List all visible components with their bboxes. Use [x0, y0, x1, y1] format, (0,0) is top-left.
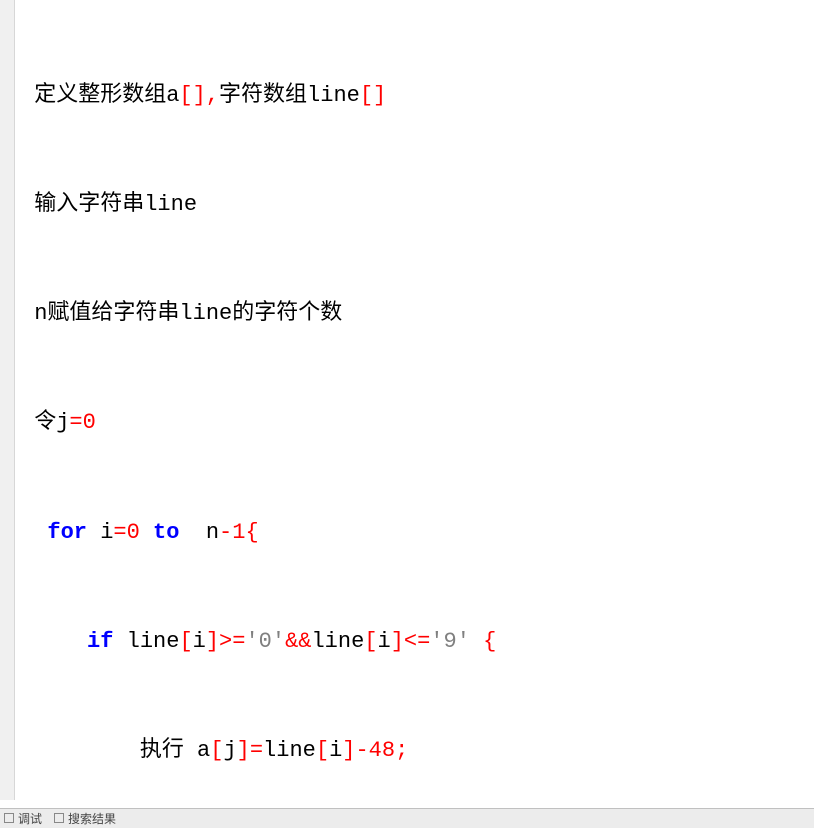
ident-j: j	[223, 738, 236, 763]
code-area[interactable]: 定义整形数组a[],字符数组line[] 输入字符串line n赋值给字符串li…	[15, 0, 814, 800]
ident-line: line	[127, 629, 180, 654]
minus: -	[355, 738, 368, 763]
char-literal: '9'	[430, 629, 470, 654]
bracket-open: [	[210, 738, 223, 763]
brackets: []	[360, 83, 386, 108]
text: 输入字符串	[34, 192, 144, 217]
bracket-close: ]	[237, 738, 250, 763]
ident-i: i	[377, 629, 390, 654]
space	[470, 629, 483, 654]
bracket-open: [	[316, 738, 329, 763]
code-line[interactable]: 执行 a[j]=line[i]-48;	[15, 737, 814, 764]
bottom-panel-tabs: 调试 搜索结果	[0, 808, 814, 828]
equals: =	[250, 738, 263, 763]
code-line[interactable]: n赋值给字符串line的字符个数	[15, 300, 814, 327]
code-line[interactable]: 定义整形数组a[],字符数组line[]	[15, 82, 814, 109]
text: 字符数组	[219, 83, 307, 108]
space	[87, 520, 100, 545]
text: 令	[34, 410, 56, 435]
number: 0	[83, 410, 96, 435]
ge: >=	[219, 629, 245, 654]
char-literal: '0'	[245, 629, 285, 654]
equals: =	[113, 520, 126, 545]
ident-n: n	[206, 520, 219, 545]
brace-open: {	[483, 629, 496, 654]
indent	[21, 301, 34, 326]
number: 48	[369, 738, 395, 763]
tab-debug[interactable]: 调试	[4, 810, 42, 827]
le: <=	[404, 629, 430, 654]
keyword-to: to	[153, 520, 179, 545]
tab-search-results[interactable]: 搜索结果	[54, 810, 116, 827]
ident-i: i	[329, 738, 342, 763]
text: 定义整形数组	[34, 83, 166, 108]
tab-search-label: 搜索结果	[68, 812, 116, 826]
ident-line: line	[179, 301, 232, 326]
ident-a: a	[166, 83, 179, 108]
indent	[21, 738, 140, 763]
indent	[21, 83, 34, 108]
ident-line: line	[307, 83, 360, 108]
space	[140, 520, 153, 545]
bracket-close: ]	[206, 629, 219, 654]
bracket-open: [	[179, 629, 192, 654]
indent	[21, 629, 87, 654]
ident-i: i	[193, 629, 206, 654]
brace-open: {	[245, 520, 258, 545]
code-editor: 定义整形数组a[],字符数组line[] 输入字符串line n赋值给字符串li…	[0, 0, 814, 828]
bracket-close: ]	[342, 738, 355, 763]
ident-n: n	[34, 301, 47, 326]
ident-i: i	[100, 520, 113, 545]
bracket-close: ]	[391, 629, 404, 654]
number: 0	[127, 520, 140, 545]
number: 1	[232, 520, 245, 545]
text: 赋值给字符串	[47, 301, 179, 326]
code-line[interactable]: 输入字符串line	[15, 191, 814, 218]
and: &&	[285, 629, 311, 654]
semicolon: ;	[395, 738, 408, 763]
space	[113, 629, 126, 654]
code-line[interactable]: if line[i]>='0'&&line[i]<='9' {	[15, 628, 814, 655]
keyword-if: if	[87, 629, 113, 654]
text: 的字符个数	[232, 301, 342, 326]
ident-line: line	[311, 629, 364, 654]
indent	[21, 520, 47, 545]
indent	[21, 410, 34, 435]
equals: =	[69, 410, 82, 435]
text: 执行	[140, 738, 197, 763]
keyword-for: for	[47, 520, 87, 545]
indent	[21, 192, 34, 217]
ident-a: a	[197, 738, 210, 763]
space	[179, 520, 205, 545]
comma: ,	[206, 83, 219, 108]
tab-debug-label: 调试	[18, 812, 42, 826]
brackets: []	[179, 83, 205, 108]
tab-icon	[4, 813, 14, 823]
bracket-open: [	[364, 629, 377, 654]
minus: -	[219, 520, 232, 545]
code-line[interactable]: for i=0 to n-1{	[15, 519, 814, 546]
ident-line: line	[144, 192, 197, 217]
ident-line: line	[263, 738, 316, 763]
ident-j: j	[56, 410, 69, 435]
tab-icon	[54, 813, 64, 823]
code-line[interactable]: 令j=0	[15, 409, 814, 436]
gutter	[0, 0, 15, 800]
